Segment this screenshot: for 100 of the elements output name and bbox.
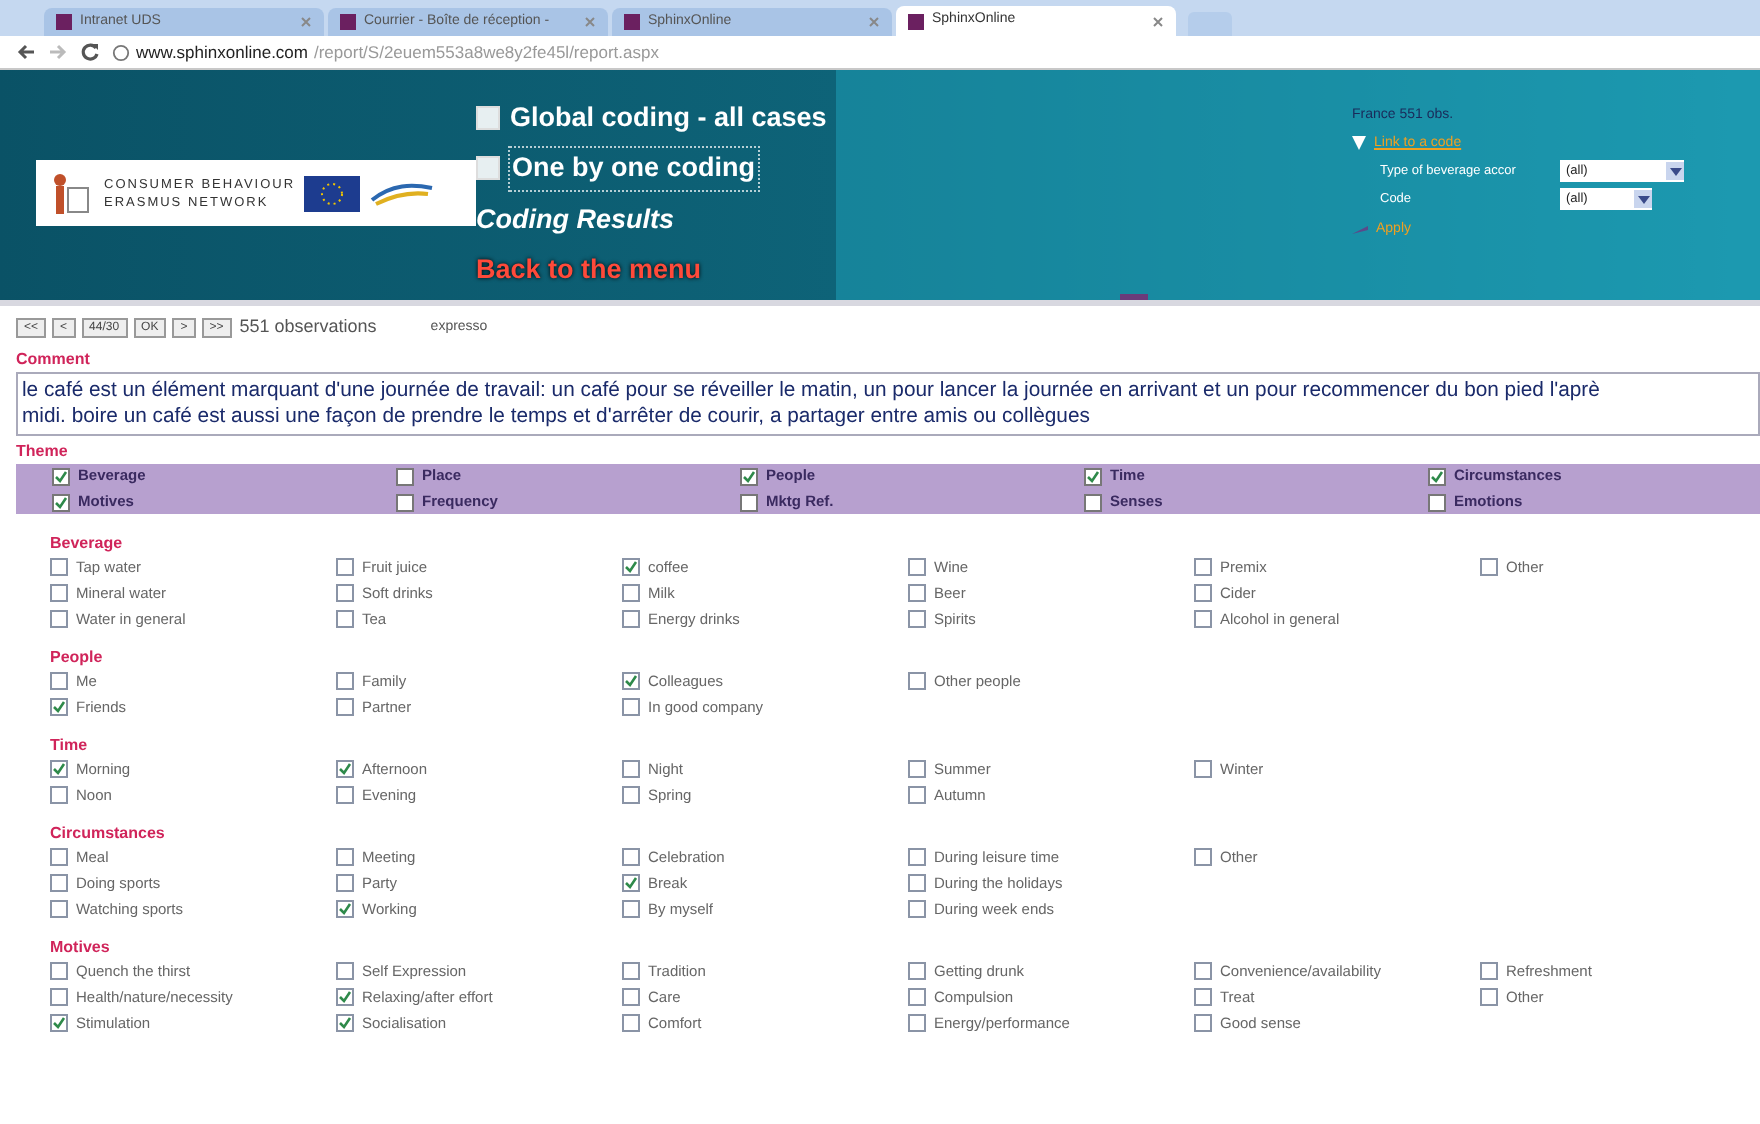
checkbox[interactable] xyxy=(50,988,68,1006)
section-title: Time xyxy=(48,734,90,756)
observation-count: 551 observations xyxy=(239,314,377,341)
address-field[interactable]: www.sphinxonline.com /report/S/2euem553a8we8y2fe45l/report.aspx xyxy=(112,39,659,65)
checkbox[interactable] xyxy=(908,1014,926,1032)
checkbox[interactable] xyxy=(52,493,70,511)
close-icon[interactable] xyxy=(584,16,596,28)
checkbox[interactable] xyxy=(50,900,68,918)
checkbox[interactable] xyxy=(908,874,926,892)
checkbox[interactable] xyxy=(622,558,640,576)
checkbox[interactable] xyxy=(1428,493,1446,511)
menu-link[interactable]: Global coding - all cases xyxy=(510,98,827,139)
checkbox[interactable] xyxy=(908,610,926,628)
checkbox[interactable] xyxy=(336,874,354,892)
checkbox[interactable] xyxy=(622,672,640,690)
section-title: Beverage xyxy=(48,532,125,554)
checkbox[interactable] xyxy=(1084,493,1102,511)
checkbox[interactable] xyxy=(336,848,354,866)
checkbox[interactable] xyxy=(622,584,640,602)
checkbox[interactable] xyxy=(1194,558,1212,576)
back-icon[interactable] xyxy=(16,42,36,62)
checkbox[interactable] xyxy=(908,900,926,918)
triangle-icon xyxy=(1352,136,1366,151)
checkbox[interactable] xyxy=(908,760,926,778)
checkbox[interactable] xyxy=(622,874,640,892)
reload-icon[interactable] xyxy=(80,42,100,62)
checkbox[interactable] xyxy=(50,962,68,980)
checkbox[interactable] xyxy=(1194,584,1212,602)
checkbox[interactable] xyxy=(1194,610,1212,628)
checkbox[interactable] xyxy=(622,900,640,918)
checkbox[interactable] xyxy=(50,760,68,778)
checkbox[interactable] xyxy=(1428,467,1446,485)
checkbox[interactable] xyxy=(622,760,640,778)
checkbox[interactable] xyxy=(336,698,354,716)
checkbox[interactable] xyxy=(908,786,926,804)
checkbox[interactable] xyxy=(740,467,758,485)
checkbox[interactable] xyxy=(396,467,414,485)
tab-marker xyxy=(1120,294,1148,300)
checkbox[interactable] xyxy=(622,988,640,1006)
checkbox[interactable] xyxy=(908,988,926,1006)
section-title: People xyxy=(48,646,105,668)
close-icon[interactable] xyxy=(868,16,880,28)
checkbox[interactable] xyxy=(50,584,68,602)
checkbox[interactable] xyxy=(336,786,354,804)
checkbox[interactable] xyxy=(336,962,354,980)
checkbox[interactable] xyxy=(908,584,926,602)
checkbox[interactable] xyxy=(1194,760,1212,778)
comment-field[interactable]: le café est un élément marquant d'une journée de travail: un café pour se réveiller le matin, un pour lancer la journée en arrivant et un pour recommencer du bon pied l'aprè midi. boire un café est aussi une façon de prendre le temps et d'arrêter de courir, a partager entre amis ou collègues xyxy=(16,372,1760,436)
checkbox[interactable] xyxy=(622,1014,640,1032)
checkbox[interactable] xyxy=(336,988,354,1006)
tab-icon xyxy=(340,14,356,30)
checkbox[interactable] xyxy=(622,962,640,980)
checkbox[interactable] xyxy=(50,610,68,628)
checkbox[interactable] xyxy=(336,1014,354,1032)
section-title: Comment xyxy=(16,348,92,372)
checkbox[interactable] xyxy=(50,1014,68,1032)
page-icon xyxy=(112,43,130,61)
checkbox[interactable] xyxy=(336,672,354,690)
checkbox[interactable] xyxy=(50,698,68,716)
dropdown-arrow-icon xyxy=(1634,190,1652,208)
tab-icon xyxy=(624,14,640,30)
checkbox[interactable] xyxy=(50,848,68,866)
section-title: Theme xyxy=(16,440,70,464)
checkbox[interactable] xyxy=(52,467,70,485)
checkbox[interactable] xyxy=(740,493,758,511)
checkbox[interactable] xyxy=(622,848,640,866)
checkbox[interactable] xyxy=(1194,1014,1212,1032)
checkbox[interactable] xyxy=(396,493,414,511)
menu-link[interactable]: Coding Results xyxy=(476,199,675,240)
checkbox[interactable] xyxy=(50,672,68,690)
section-title: Motives xyxy=(48,936,112,958)
close-icon[interactable] xyxy=(300,16,312,28)
checkbox[interactable] xyxy=(336,584,354,602)
forward-icon[interactable] xyxy=(48,42,68,62)
close-icon[interactable] xyxy=(1152,15,1164,27)
checkbox[interactable] xyxy=(1194,848,1212,866)
checkbox[interactable] xyxy=(1480,558,1498,576)
tab-icon xyxy=(908,13,924,29)
menu-link[interactable]: One by one coding xyxy=(510,148,758,189)
checkbox[interactable] xyxy=(622,786,640,804)
checkbox[interactable] xyxy=(622,610,640,628)
checkbox[interactable] xyxy=(622,698,640,716)
tab-icon xyxy=(56,14,72,30)
checkbox[interactable] xyxy=(336,558,354,576)
checkbox[interactable] xyxy=(908,558,926,576)
checkbox[interactable] xyxy=(50,558,68,576)
checkbox[interactable] xyxy=(336,610,354,628)
checkbox[interactable] xyxy=(908,962,926,980)
checkbox[interactable] xyxy=(1194,988,1212,1006)
checkbox[interactable] xyxy=(50,786,68,804)
checkbox[interactable] xyxy=(908,848,926,866)
checkbox[interactable] xyxy=(1194,962,1212,980)
checkbox[interactable] xyxy=(336,900,354,918)
checkbox[interactable] xyxy=(1480,962,1498,980)
checkbox[interactable] xyxy=(1084,467,1102,485)
checkbox[interactable] xyxy=(1480,988,1498,1006)
checkbox[interactable] xyxy=(336,760,354,778)
checkbox[interactable] xyxy=(908,672,926,690)
checkbox[interactable] xyxy=(50,874,68,892)
dropdown-arrow-icon xyxy=(1666,162,1684,180)
